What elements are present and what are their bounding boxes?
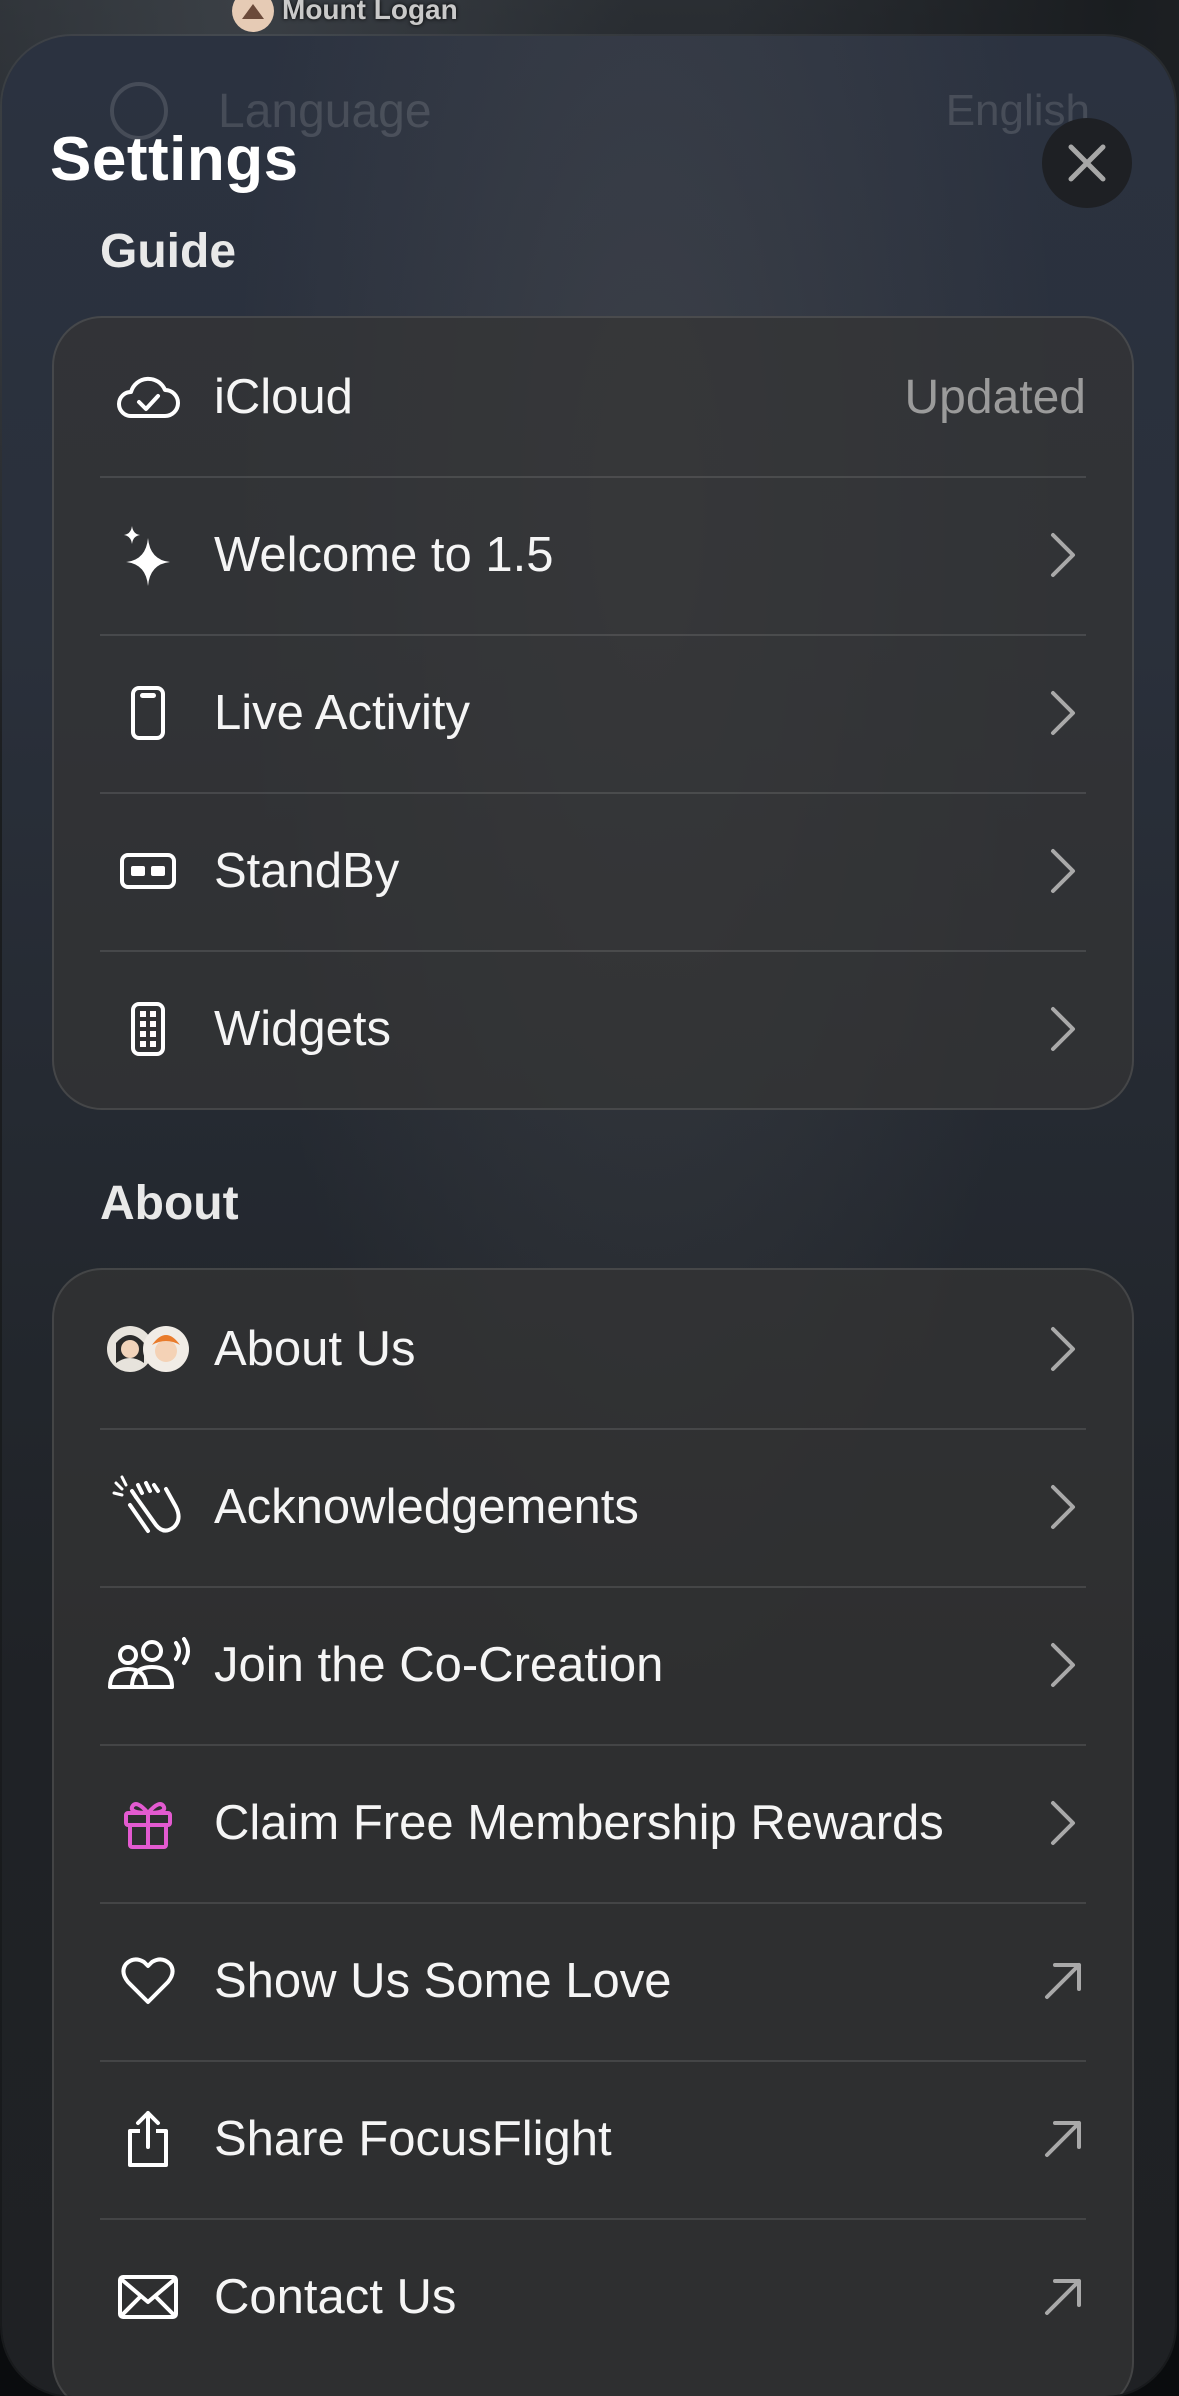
row-label: Join the Co-Creation — [214, 1638, 664, 1692]
chevron-right-icon — [1038, 1793, 1088, 1853]
row-label: Show Us Some Love — [214, 1954, 672, 2008]
about-group: About Us Acknowledgements Join the Co-Cr… — [52, 1268, 1134, 2396]
sparkles-icon — [104, 511, 192, 599]
gift-icon — [104, 1779, 192, 1867]
row-label: About Us — [214, 1322, 416, 1376]
section-header-guide: Guide — [100, 225, 237, 278]
standby-icon — [104, 827, 192, 915]
row-label: Contact Us — [214, 2270, 457, 2324]
widgets-icon — [104, 985, 192, 1073]
row-about-us[interactable]: About Us — [54, 1270, 1132, 1428]
page-title: Settings — [50, 125, 299, 194]
map-pin[interactable]: Mount Logan — [232, 0, 458, 34]
close-button[interactable] — [1042, 118, 1132, 208]
envelope-icon — [104, 2253, 192, 2341]
phone-icon — [104, 669, 192, 757]
chevron-right-icon — [1038, 1319, 1088, 1379]
icloud-status: Updated — [904, 370, 1086, 424]
row-live-activity[interactable]: Live Activity — [54, 634, 1132, 792]
map-pin-label: Mount Logan — [282, 0, 458, 25]
row-label: Welcome to 1.5 — [214, 528, 554, 582]
row-widgets[interactable]: Widgets — [54, 950, 1132, 1108]
background-row-label: Language — [218, 84, 432, 138]
arrow-up-right-icon — [1038, 1951, 1088, 2011]
row-label: Claim Free Membership Rewards — [214, 1796, 944, 1850]
row-share[interactable]: Share FocusFlight — [54, 2060, 1132, 2218]
settings-sheet: Language English Settings Guide iCloud U… — [2, 36, 1175, 2396]
row-acknowledgements[interactable]: Acknowledgements — [54, 1428, 1132, 1586]
row-join-co-creation[interactable]: Join the Co-Creation — [54, 1586, 1132, 1744]
chevron-right-icon — [1038, 683, 1088, 743]
row-contact[interactable]: Contact Us — [54, 2218, 1132, 2376]
section-header-about: About — [100, 1177, 239, 1230]
cloud-check-icon — [104, 353, 192, 441]
people-speaking-icon — [104, 1621, 192, 1709]
clapping-hands-icon — [104, 1463, 192, 1551]
row-claim-rewards[interactable]: Claim Free Membership Rewards — [54, 1744, 1132, 1902]
row-label: Acknowledgements — [214, 1480, 639, 1534]
row-welcome[interactable]: Welcome to 1.5 — [54, 476, 1132, 634]
guide-group: iCloud Updated Welcome to 1.5 Live Activ… — [52, 316, 1134, 1110]
share-icon — [104, 2095, 192, 2183]
heart-icon — [104, 1937, 192, 2025]
arrow-up-right-icon — [1038, 2267, 1088, 2327]
mountain-icon — [232, 0, 274, 32]
row-label: Widgets — [214, 1002, 392, 1056]
row-label: iCloud — [214, 370, 353, 424]
row-label: Share FocusFlight — [214, 2112, 612, 2166]
chevron-right-icon — [1038, 1477, 1088, 1537]
row-show-love[interactable]: Show Us Some Love — [54, 1902, 1132, 2060]
chevron-right-icon — [1038, 525, 1088, 585]
chevron-right-icon — [1038, 999, 1088, 1059]
chevron-right-icon — [1038, 1635, 1088, 1695]
arrow-up-right-icon — [1038, 2109, 1088, 2169]
row-label: Live Activity — [214, 686, 470, 740]
row-icloud[interactable]: iCloud Updated — [54, 318, 1132, 476]
close-icon — [1068, 144, 1106, 182]
chevron-right-icon — [1038, 841, 1088, 901]
avatars-icon — [104, 1305, 192, 1393]
row-standby[interactable]: StandBy — [54, 792, 1132, 950]
row-label: StandBy — [214, 844, 400, 898]
